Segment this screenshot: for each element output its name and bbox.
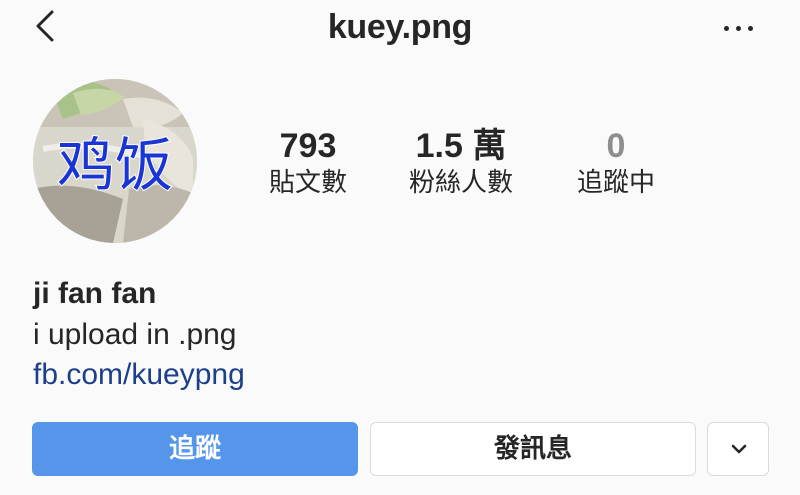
profile-link[interactable]: fb.com/kueypng bbox=[33, 358, 245, 392]
suggested-dropdown-button[interactable] bbox=[707, 422, 769, 476]
stat-posts-value: 793 bbox=[279, 127, 337, 165]
chevron-left-icon bbox=[36, 10, 54, 42]
avatar-caption: 鸡饭 bbox=[57, 131, 173, 199]
chevron-down-icon bbox=[731, 444, 747, 454]
stat-followers-value: 1.5 萬 bbox=[415, 127, 507, 165]
avatar[interactable]: 鸡饭 bbox=[33, 79, 197, 243]
profile-bio: i upload in .png bbox=[33, 318, 237, 351]
back-button[interactable] bbox=[30, 10, 64, 44]
stat-posts[interactable]: 793 貼文數 bbox=[248, 126, 368, 200]
more-options-button[interactable] bbox=[714, 16, 762, 40]
stat-following-label: 追蹤中 bbox=[576, 168, 655, 198]
stat-following[interactable]: 0 追蹤中 bbox=[560, 126, 672, 200]
profile-name: ji fan fan bbox=[33, 277, 157, 310]
top-bar: kuey.png bbox=[0, 0, 800, 56]
message-button[interactable]: 發訊息 bbox=[370, 422, 696, 476]
page-title: kuey.png bbox=[327, 8, 473, 46]
stat-followers-label: 粉絲人數 bbox=[408, 168, 513, 198]
more-dot bbox=[736, 26, 741, 31]
more-dot bbox=[748, 26, 753, 31]
follow-button[interactable]: 追蹤 bbox=[32, 422, 358, 476]
stat-posts-label: 貼文數 bbox=[268, 168, 347, 198]
more-horizontal-icon bbox=[724, 26, 729, 31]
stat-following-value: 0 bbox=[606, 127, 626, 165]
stat-followers[interactable]: 1.5 萬 粉絲人數 bbox=[391, 126, 531, 200]
